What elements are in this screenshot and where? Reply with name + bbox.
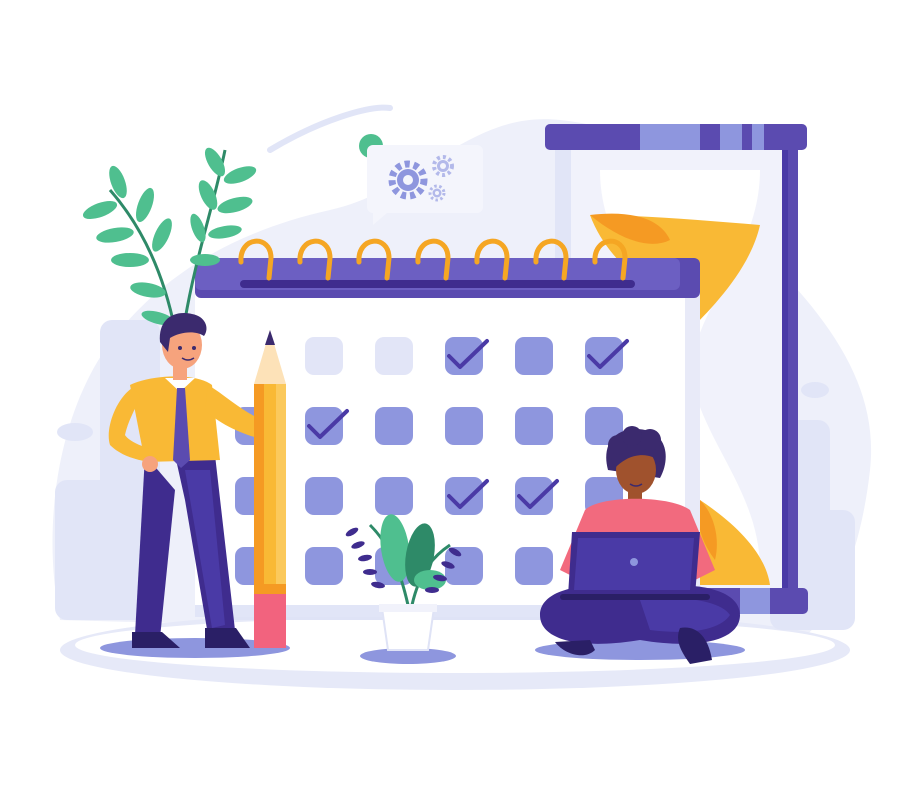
- hourglass-bottom-band: [740, 588, 770, 614]
- calendar-day-cell: [375, 337, 413, 375]
- scheduling-illustration: [52, 104, 872, 690]
- hourglass-top-band: [752, 124, 764, 150]
- calendar-day-cell: [515, 407, 553, 445]
- cloud: [57, 423, 93, 441]
- hourglass-top-band: [640, 124, 700, 150]
- calendar-header-rail: [240, 280, 635, 288]
- calendar-day-cell: [305, 337, 343, 375]
- illustration-stage: [0, 0, 916, 796]
- man-eye: [178, 346, 182, 350]
- hourglass-pillar-right-shade: [782, 140, 788, 600]
- laptop-icon: [560, 532, 710, 600]
- laptop-logo: [630, 558, 638, 566]
- building-left-2: [55, 480, 125, 620]
- laptop-base: [560, 594, 710, 600]
- calendar-day-cell: [305, 477, 343, 515]
- pencil-stripe: [254, 384, 264, 584]
- pencil-eraser: [254, 594, 286, 648]
- pencil-stripe: [276, 384, 286, 584]
- calendar-day-cell: [445, 407, 483, 445]
- settings-bubble: [359, 134, 483, 225]
- calendar-day-cell: [515, 337, 553, 375]
- hourglass-top-band: [720, 124, 742, 150]
- calendar-day-cell: [375, 407, 413, 445]
- pencil-icon: [254, 330, 286, 648]
- calendar-day-cell: [305, 547, 343, 585]
- building-right-2: [800, 510, 855, 630]
- plant-pot-rim: [379, 604, 437, 612]
- woman-hair-curl: [622, 426, 642, 446]
- man-eye: [192, 346, 196, 350]
- man-hand: [142, 456, 158, 472]
- plant-pot: [380, 607, 436, 651]
- calendar-day-cell: [515, 547, 553, 585]
- woman-hair-curl: [639, 429, 661, 451]
- calendar-day-cell: [375, 477, 413, 515]
- pencil-ferrule: [254, 584, 286, 594]
- cloud: [801, 382, 829, 398]
